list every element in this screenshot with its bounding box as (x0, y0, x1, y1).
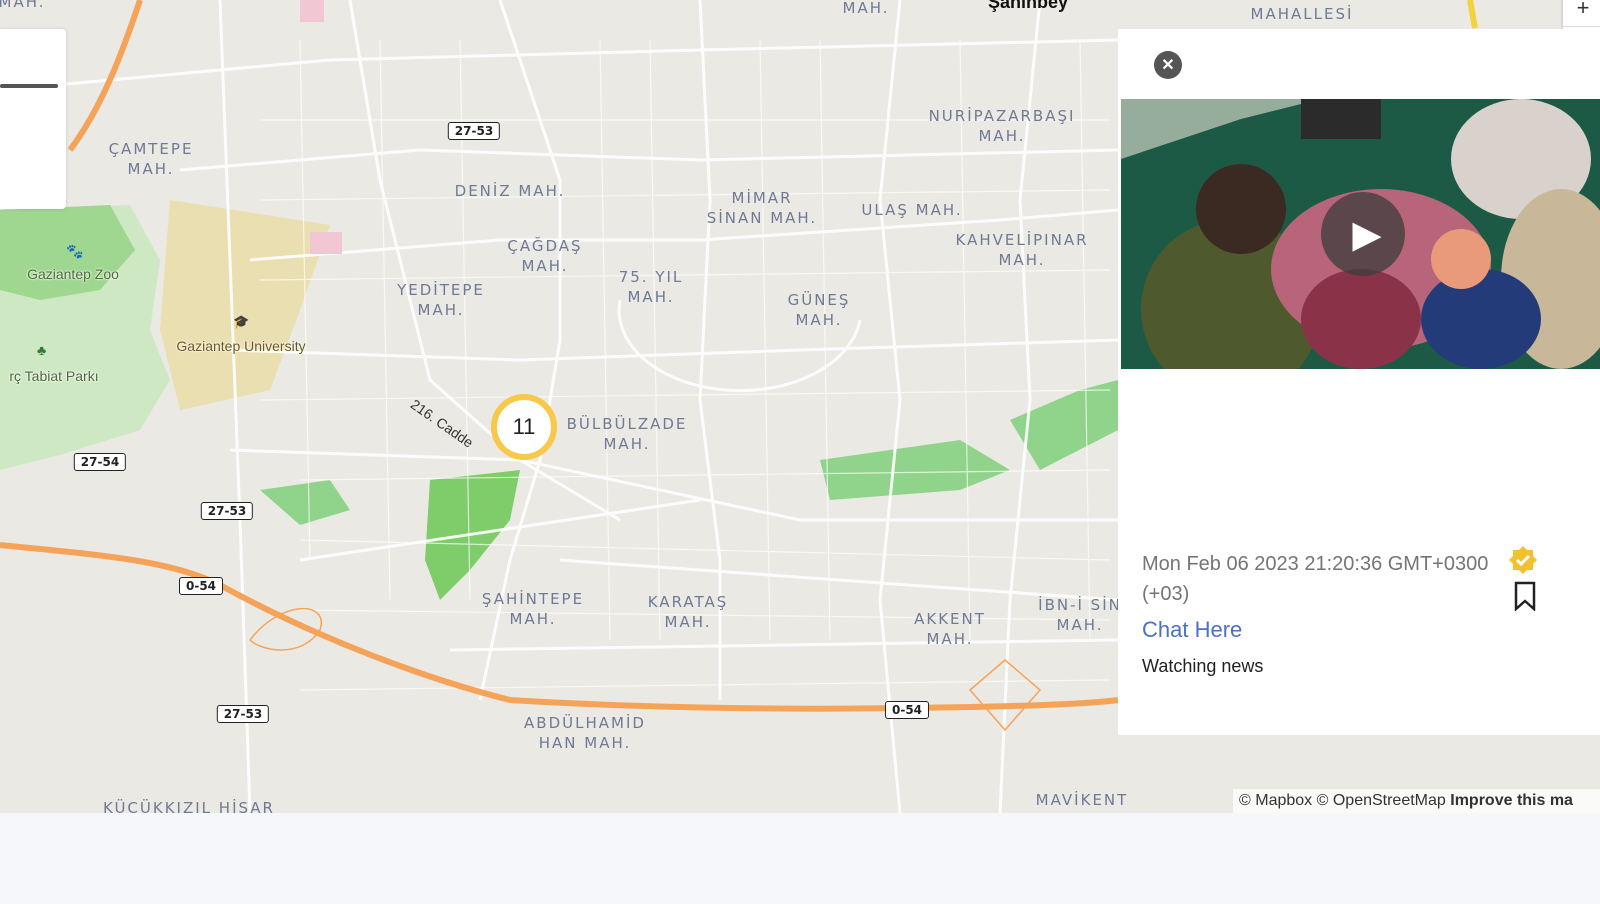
south-west-park (260, 480, 350, 525)
district-label-top-left-mah: MAH. (0, 0, 46, 11)
cluster-marker[interactable]: 11 (491, 394, 557, 460)
yellow-road (1467, 0, 1478, 29)
post-caption: Watching news (1142, 656, 1264, 676)
district-label-gunes: GÜNEŞ MAH. (787, 291, 851, 329)
road-shield: 27-54 (73, 453, 127, 471)
district-label-akkent: AKKENT MAH. (914, 610, 986, 648)
map-attribution: © Mapbox © OpenStreetMap Improve this ma (1233, 789, 1600, 813)
district-label-mimar-sinan: MİMAR SİNAN MAH. (706, 189, 818, 227)
district-label-ibn-i-sina: İBN-İ SİN MAH. (1038, 596, 1122, 634)
road-shield: 27-53 (216, 705, 270, 723)
road-shield: 27-53 (447, 122, 501, 140)
chat-here-link[interactable]: Chat Here (1142, 617, 1242, 643)
tree-icon: ♣ (37, 342, 47, 358)
improve-map-link[interactable]: Improve this ma (1450, 792, 1573, 809)
highway-north (67, 0, 143, 152)
district-label-75-yil: 75. YIL MAH. (618, 268, 684, 306)
card-divider (0, 84, 58, 88)
poi-label-university: Gaziantep University (176, 338, 306, 354)
pink-area-2 (310, 232, 342, 254)
verified-badge-icon (1509, 546, 1537, 574)
play-icon: ▶ (1352, 213, 1382, 256)
district-label-deniz: DENİZ MAH. (454, 182, 566, 200)
post-timestamp: Mon Feb 06 2023 21:20:36 GMT+0300 (+03) (1142, 553, 1489, 605)
district-label-mavikent: MAVİKENT (1035, 791, 1129, 809)
district-label-yeditepe: YEDİTEPE MAH. (397, 281, 485, 319)
poi-label-park: rç Tabiat Parkı (9, 368, 99, 384)
zoo-icon: 🐾 (66, 243, 84, 259)
district-label-kucukkizil-hisar: KÜÇÜKKIZIL HİSAR (103, 799, 275, 813)
side-card[interactable] (0, 29, 66, 209)
road-shield: 0-54 (884, 701, 930, 719)
east-park-1 (820, 440, 1010, 500)
district-label-kahvelipinar: KAHVELİPINAR MAH. (955, 231, 1089, 269)
pink-area-1 (300, 0, 324, 22)
district-label-top-mahallesi: MAHALLESİ (1250, 5, 1354, 23)
osm-attribution-link[interactable]: © OpenStreetMap (1317, 792, 1446, 809)
post-detail-panel: ✕ ▶ Mon Feb 06 2023 21:20:36 GMT+0300 (+… (1118, 29, 1600, 735)
graduation-cap-icon: 🎓 (233, 314, 250, 329)
district-label-karatas: KARATAŞ MAH. (647, 593, 729, 631)
district-label-abdulhamid-han: ABDÜLHAMİD HAN MAH. (524, 714, 646, 752)
district-label-top-mah: MAH. (842, 0, 890, 17)
district-label-sahintepe: ŞAHİNTEPE MAH. (481, 590, 585, 628)
poi-label-zoo: Gaziantep Zoo (27, 266, 119, 282)
close-button[interactable]: ✕ (1154, 51, 1182, 79)
zoom-in-button[interactable]: + (1563, 0, 1600, 27)
road-shield: 0-54 (178, 577, 224, 595)
district-label-camtepe: ÇAMTEPE MAH. (108, 140, 194, 178)
city-label: Şahinbey (988, 0, 1069, 12)
play-button[interactable]: ▶ (1321, 192, 1405, 276)
district-label-nuripazarbasi: NURİPAZARBAŞI MAH. (928, 107, 1076, 145)
close-icon: ✕ (1161, 57, 1175, 74)
district-label-bulbulzade: BÜLBÜLZADE MAH. (566, 415, 688, 453)
mapbox-attribution-link[interactable]: © Mapbox (1239, 792, 1312, 809)
district-label-ulas: ULAŞ MAH. (861, 201, 963, 219)
road-shield: 27-53 (200, 502, 254, 520)
video-thumbnail[interactable]: ▶ (1121, 99, 1600, 369)
cluster-count: 11 (491, 394, 557, 460)
bookmark-icon[interactable] (1512, 581, 1538, 611)
district-label-cagdas: ÇAĞDAŞ MAH. (507, 237, 583, 275)
